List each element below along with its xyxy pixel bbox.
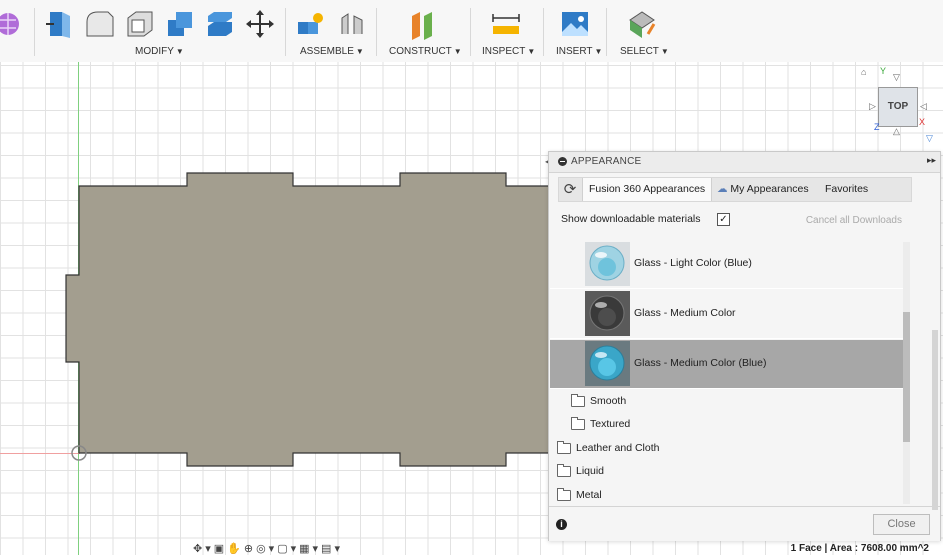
cancel-all-downloads-link[interactable]: Cancel all Downloads — [806, 215, 902, 226]
materials-list: Glass - Light Color (Blue) Glass - Mediu… — [550, 242, 913, 504]
refresh-icon[interactable]: ⟳ — [559, 178, 581, 201]
viewcube-rotate-up-icon[interactable]: ▽ — [893, 72, 900, 83]
panel-title: APPEARANCE — [571, 156, 642, 167]
viewcube-rotate-left-icon[interactable]: ▷ — [869, 101, 876, 112]
viewcube-y-label: Y — [880, 66, 887, 76]
material-name: Glass - Medium Color — [634, 307, 736, 319]
viewcube-z-label: Z — [874, 122, 880, 132]
folder-liquid[interactable]: Liquid — [557, 463, 604, 479]
show-downloadable-checkbox[interactable]: ✓ — [717, 213, 730, 226]
library-tabbar: ⟳ Fusion 360 Appearances ☁ My Appearance… — [558, 177, 912, 202]
tab-favorites[interactable]: Favorites — [819, 178, 874, 201]
material-swatch — [585, 242, 630, 286]
expand-panel-icon[interactable]: ▸▸ — [927, 155, 936, 166]
viewcube[interactable]: TOP — [878, 87, 918, 127]
close-button[interactable]: Close — [873, 514, 930, 535]
folder-icon — [557, 487, 571, 501]
list-item[interactable]: Glass - Medium Color — [550, 290, 903, 339]
material-name: Glass - Medium Color (Blue) — [634, 357, 767, 369]
appearance-panel: APPEARANCE ▸▸ ⟳ Fusion 360 Appearances ☁… — [548, 151, 941, 541]
materials-scrollbar[interactable] — [903, 242, 910, 504]
material-name: Glass - Light Color (Blue) — [634, 257, 752, 269]
info-icon[interactable]: i — [556, 519, 567, 530]
folder-icon — [571, 393, 585, 407]
viewcube-x-label: X — [919, 117, 926, 127]
material-swatch — [585, 291, 630, 336]
panel-header: APPEARANCE ▸▸ — [549, 152, 940, 173]
tab-fusion-appearances[interactable]: Fusion 360 Appearances — [582, 178, 713, 201]
panel-footer: i Close — [549, 506, 940, 541]
canvas-scrollbar[interactable] — [932, 330, 938, 510]
cloud-icon: ☁ — [717, 183, 728, 195]
folder-metal[interactable]: Metal — [557, 487, 602, 503]
folder-icon — [571, 416, 585, 430]
home-view-icon[interactable]: ⌂ — [861, 67, 866, 77]
folder-smooth[interactable]: Smooth — [571, 393, 626, 409]
list-item[interactable]: Glass - Light Color (Blue) — [550, 242, 903, 289]
selection-status: 1 Face | Area : 7608.00 mm^2 — [790, 543, 929, 554]
show-downloadable-label: Show downloadable materials — [561, 213, 701, 225]
tab-my-appearances[interactable]: ☁ My Appearances — [711, 178, 815, 201]
status-bar: 1 Face | Area : 7608.00 mm^2 — [0, 540, 943, 555]
material-swatch — [585, 341, 630, 386]
collapse-icon[interactable] — [558, 157, 567, 166]
viewcube-menu-icon[interactable]: ▽ — [926, 133, 933, 144]
viewcube-rotate-right-icon[interactable]: ◁ — [920, 101, 927, 112]
viewcube-rotate-down-icon[interactable]: △ — [893, 126, 900, 137]
scrollbar-thumb[interactable] — [903, 312, 910, 442]
folder-icon — [557, 440, 571, 454]
list-item-selected[interactable]: Glass - Medium Color (Blue) — [550, 340, 903, 389]
folder-textured[interactable]: Textured — [571, 416, 630, 432]
folder-icon — [557, 463, 571, 477]
folder-leather-and-cloth[interactable]: Leather and Cloth — [557, 440, 659, 456]
